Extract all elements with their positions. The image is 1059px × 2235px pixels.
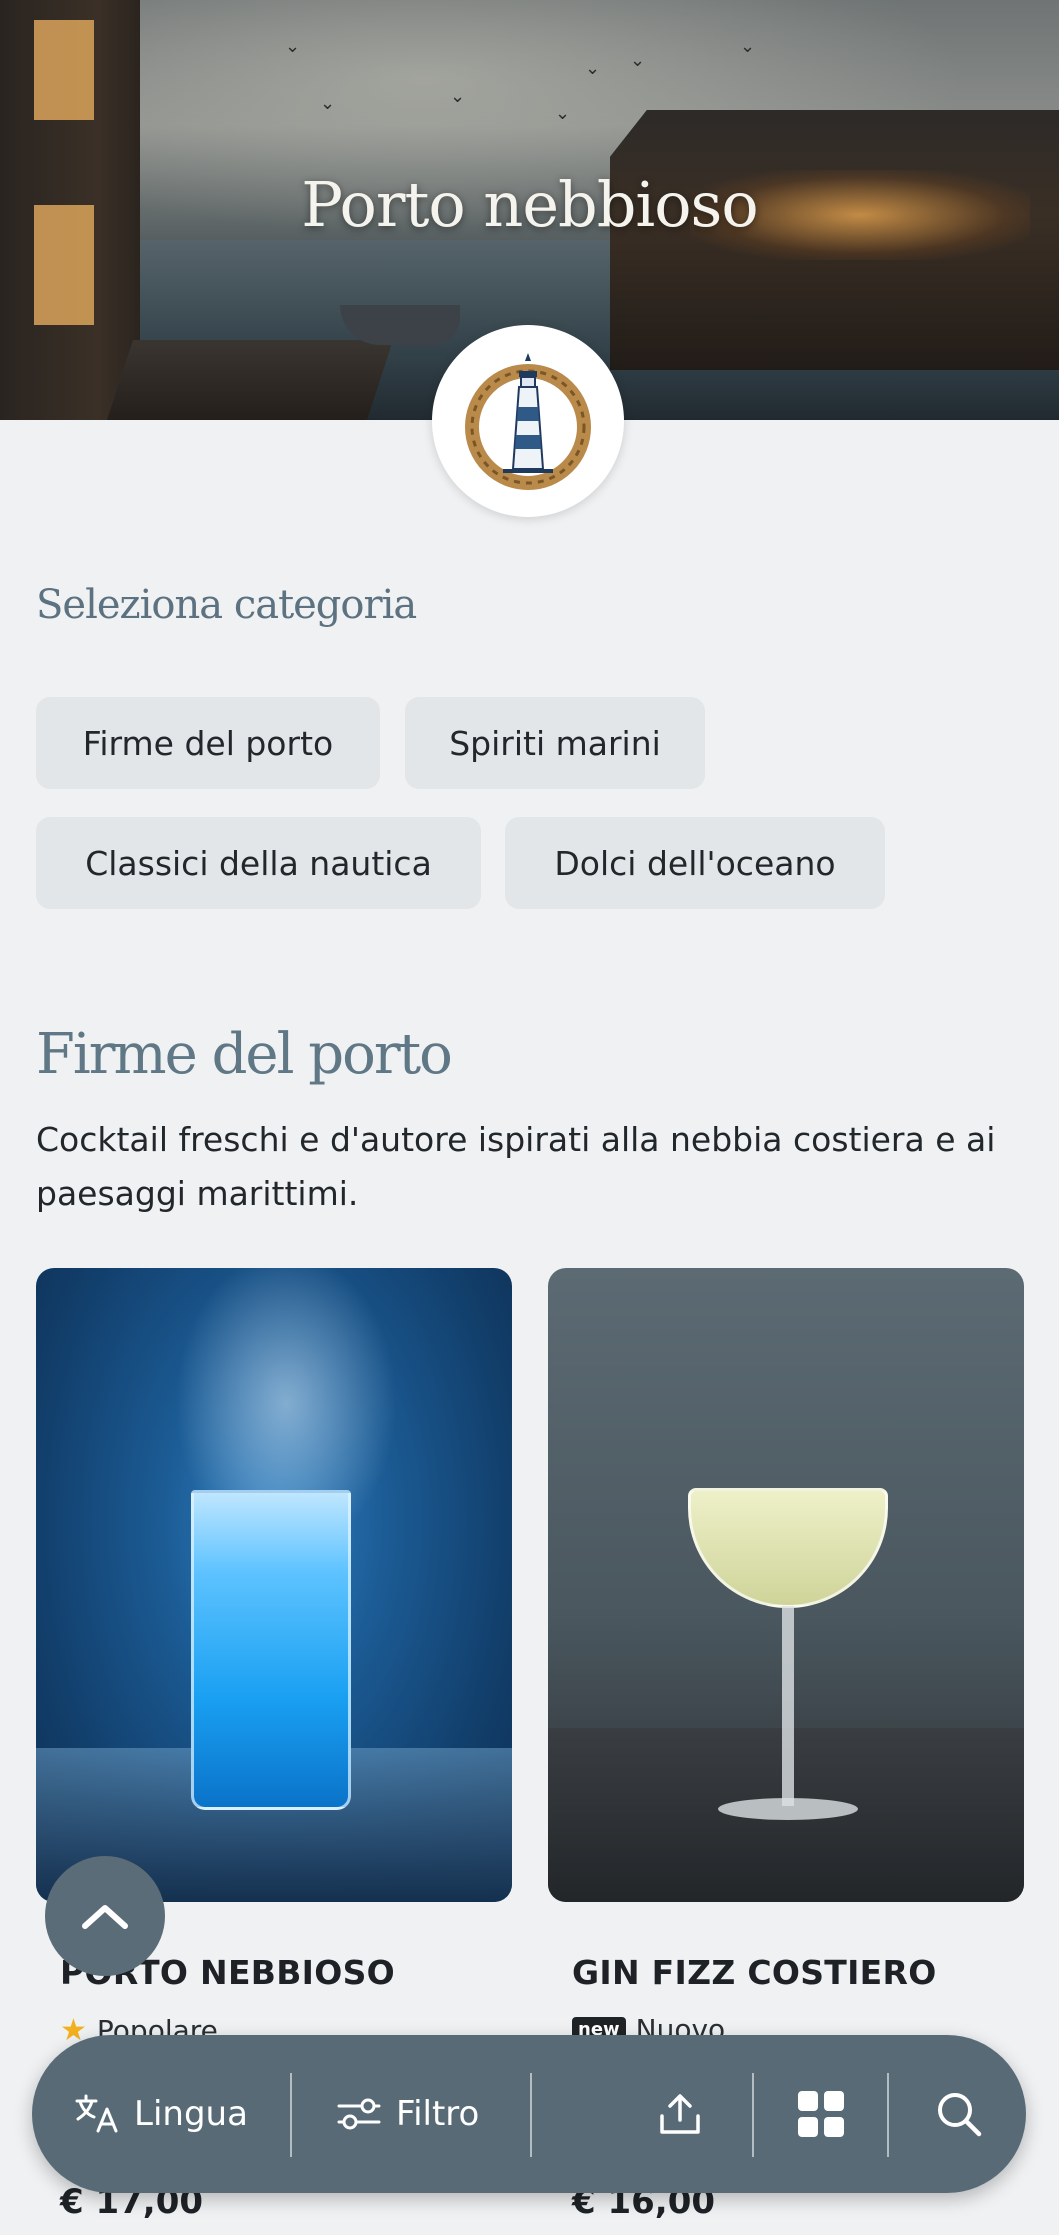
product-name[interactable]: GIN FIZZ COSTIERO xyxy=(572,1953,937,1992)
bird-icon: ⌄ xyxy=(630,50,646,71)
category-chip-label: Classici della nautica xyxy=(85,843,432,883)
grid-view-button[interactable] xyxy=(796,2035,846,2193)
category-chip-classici-della-nautica[interactable]: Classici della nautica xyxy=(36,817,481,909)
language-label: Lingua xyxy=(134,2094,248,2134)
hero-dock xyxy=(107,340,393,420)
category-chip-label: Spiriti marini xyxy=(449,723,661,763)
product-image-porto-nebbioso[interactable] xyxy=(36,1268,512,1902)
bird-icon: ⌄ xyxy=(585,58,601,79)
toolbar-divider xyxy=(752,2073,754,2157)
chevron-up-icon xyxy=(82,1905,128,1929)
hero-boat xyxy=(340,305,460,345)
filter-button[interactable]: Filtro xyxy=(336,2035,479,2193)
category-chip-dolci-dell-oceano[interactable]: Dolci dell'oceano xyxy=(505,817,885,909)
scroll-to-top-button[interactable] xyxy=(45,1856,165,1976)
translate-icon xyxy=(75,2094,118,2133)
grid-view-icon xyxy=(798,2091,844,2137)
category-chip-spiriti-marini[interactable]: Spiriti marini xyxy=(405,697,705,789)
cocktail-glass xyxy=(191,1490,351,1810)
bird-icon: ⌄ xyxy=(320,93,336,114)
language-button[interactable]: Lingua xyxy=(74,2035,248,2193)
category-chip-label: Dolci dell'oceano xyxy=(554,843,836,883)
logo xyxy=(432,325,624,517)
share-icon xyxy=(660,2094,700,2134)
search-button[interactable] xyxy=(934,2035,984,2193)
toolbar-divider xyxy=(887,2073,889,2157)
category-chip-label: Firme del porto xyxy=(82,723,334,763)
toolbar-divider xyxy=(290,2073,292,2157)
bird-icon: ⌄ xyxy=(285,36,301,57)
lighthouse-rope-icon xyxy=(465,353,591,490)
section-description: Cocktail freschi e d'autore ispirati all… xyxy=(36,1120,996,1213)
category-heading: Seleziona categoria xyxy=(36,582,417,628)
filter-label: Filtro xyxy=(396,2094,480,2134)
search-icon xyxy=(938,2093,982,2137)
cocktail-glass xyxy=(688,1488,888,1608)
filter-icon xyxy=(337,2098,381,2130)
section-title: Firme del porto xyxy=(36,1022,453,1087)
restaurant-title: Porto nebbioso xyxy=(301,168,758,241)
bottom-toolbar: Lingua Filtro xyxy=(32,2035,1026,2193)
toolbar-divider xyxy=(530,2073,532,2157)
bird-icon: ⌄ xyxy=(740,36,756,57)
bird-icon: ⌄ xyxy=(450,86,466,107)
share-button[interactable] xyxy=(656,2035,704,2193)
bird-icon: ⌄ xyxy=(555,103,571,124)
product-image-gin-fizz-costiero[interactable] xyxy=(548,1268,1024,1902)
category-chip-firme-del-porto[interactable]: Firme del porto xyxy=(36,697,380,789)
